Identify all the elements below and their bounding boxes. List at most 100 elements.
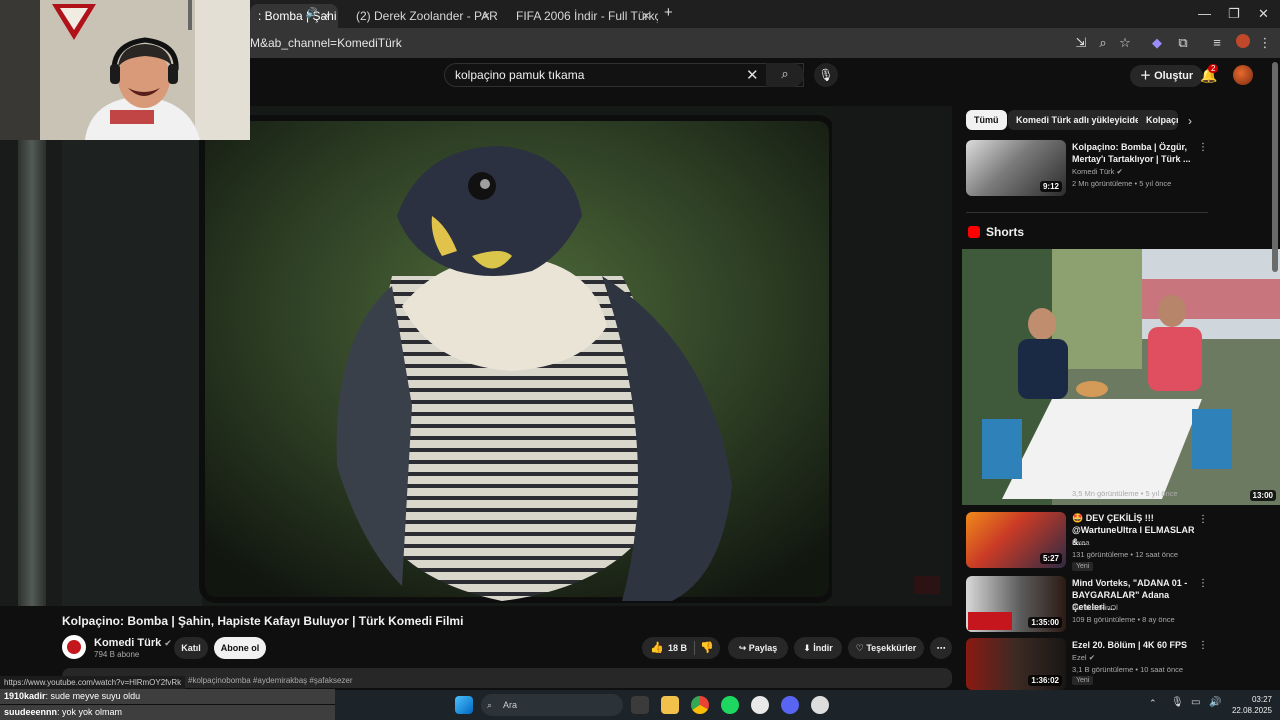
taskbar-search-label: Ara [503, 700, 518, 710]
task-view-icon[interactable] [631, 696, 649, 714]
extension-icon[interactable]: ◆ [1148, 34, 1166, 52]
video-duration: 13:00 [1249, 490, 1276, 501]
system-clock[interactable]: 03:27 22.08.2025 [1232, 694, 1272, 716]
spotify-icon[interactable] [721, 696, 739, 714]
file-explorer-icon[interactable] [661, 696, 679, 714]
related-video-title[interactable]: Kolpaçino: Bomba | Özgür, Mertay'ı Tarta… [1072, 141, 1196, 165]
chat-text: : yok yok olmam [57, 707, 123, 717]
clock-date: 22.08.2025 [1231, 706, 1272, 715]
profile-avatar[interactable] [1234, 34, 1252, 52]
chip-kolpacino[interactable]: Kolpaçı [1138, 110, 1178, 130]
windows-start-icon[interactable] [455, 696, 473, 714]
download-label: İndir [813, 643, 833, 653]
video-title: Kolpaçino: Bomba | Şahin, Hapiste Kafayı… [62, 614, 464, 628]
voice-search-button[interactable]: 🎙 [814, 63, 838, 87]
more-menu-icon[interactable]: ⋮ [1256, 34, 1274, 52]
restore-button[interactable]: ❐ [1228, 6, 1240, 22]
taskbar-search[interactable]: ⌕ Ara [481, 694, 623, 716]
thanks-icon: ♡ [855, 643, 867, 653]
related-video-meta: 3,5 Mn görüntüleme • 5 yıl önce [1072, 489, 1178, 498]
channel-avatar[interactable] [62, 635, 86, 659]
youtube-header: ✕ ⌕ 🎙 ＋ Oluştur 🔔 2 [250, 58, 1280, 106]
zoom-icon[interactable]: ⌕ [1094, 34, 1112, 52]
tab-kolpacino[interactable]: : Bomba | Şahi 🔊 × [250, 4, 338, 28]
chip-all[interactable]: Tümü [966, 110, 1007, 130]
thumbs-down-icon[interactable]: 👎 [700, 637, 714, 659]
like-dislike-group: 👍 18 B 👎 [642, 637, 720, 659]
video-thumbnail[interactable]: 1:36:02 [966, 638, 1066, 690]
video-thumbnail-large[interactable]: 13:00 [962, 249, 1280, 505]
related-video-meta: 131 görüntüleme • 12 saat önce [1072, 550, 1179, 559]
chat-username: 1910kadir [4, 691, 46, 701]
tab-fifa[interactable]: FIFA 2006 İndir - Full Türkçe + × [502, 4, 658, 28]
network-icon[interactable]: ▭ [1191, 697, 1200, 708]
search-button[interactable]: ⌕ [766, 63, 804, 87]
close-tab-icon[interactable]: × [482, 8, 490, 23]
g-app-icon[interactable] [751, 696, 769, 714]
chevron-right-icon[interactable]: › [1188, 114, 1192, 128]
channel-text: Komedi Türk [1072, 167, 1115, 176]
related-video-meta: 109 B görüntüleme • 8 ay önce [1072, 615, 1175, 624]
app-icon[interactable] [811, 696, 829, 714]
thumbs-up-icon[interactable]: 👍 [650, 637, 664, 659]
webcam-overlay [0, 0, 250, 140]
search-icon: ⌕ [487, 700, 493, 710]
related-video-meta: 2 Mn görüntüleme • 5 yıl önce [1072, 179, 1172, 188]
tab-derek-zoolander[interactable]: (2) Derek Zoolander - PARTY P × [342, 4, 498, 28]
share-button[interactable]: ↪ Paylaş [728, 637, 788, 659]
more-actions-button[interactable]: ⋯ [930, 637, 952, 659]
minimize-button[interactable]: — [1198, 6, 1211, 21]
video-thumbnail[interactable]: 5:27 [966, 512, 1066, 568]
new-tab-button[interactable]: + [664, 4, 673, 21]
video-hashtags[interactable]: #kolpaçinobomba #aydemirakbaş #şafakseze… [188, 676, 353, 685]
microphone-tray-icon[interactable]: 🎙 [1171, 697, 1184, 708]
more-options-icon[interactable]: ⋮ [1198, 640, 1208, 651]
clock-time: 03:27 [1251, 695, 1272, 704]
puzzle-icon[interactable]: ⧉ [1174, 34, 1192, 52]
related-video-channel: BurakSakinOl [1072, 603, 1118, 612]
close-tab-icon[interactable]: × [322, 8, 330, 23]
channel-name[interactable]: Komedi Türk ✔ [94, 637, 172, 649]
download-button[interactable]: ⬇ İndir [794, 637, 842, 659]
shorts-icon [968, 226, 980, 238]
like-count[interactable]: 18 B [668, 637, 687, 659]
join-button[interactable]: Katıl [174, 637, 208, 659]
microphone-icon: 🎙 [818, 68, 834, 82]
video-duration: 9:12 [1039, 181, 1062, 192]
chip-from-uploader[interactable]: Komedi Türk adlı yükleyiciden [1008, 110, 1154, 130]
install-app-icon[interactable]: ⇲ [1072, 34, 1090, 52]
verified-check-icon: ✔ [1116, 167, 1123, 176]
related-video-title[interactable]: Ezel 20. Bölüm | 4K 60 FPS [1072, 639, 1196, 651]
related-video-channel: Rxea [1072, 538, 1090, 547]
url-text[interactable]: M&ab_channel=KomediTürk [250, 36, 402, 50]
more-options-icon[interactable]: ⋮ [1198, 142, 1208, 153]
volume-icon[interactable]: 🔊 [1209, 697, 1221, 708]
bookmark-star-icon[interactable]: ☆ [1116, 34, 1134, 52]
video-thumbnail[interactable]: 1:35:00 [966, 576, 1066, 632]
download-icon: ⬇ [803, 643, 814, 653]
more-options-icon[interactable]: ⋮ [1198, 514, 1208, 525]
video-player[interactable] [62, 106, 952, 606]
create-button[interactable]: ＋ Oluştur [1130, 65, 1204, 87]
close-window-button[interactable]: ✕ [1258, 6, 1269, 22]
thanks-button[interactable]: ♡ Teşekkürler [848, 637, 924, 659]
chat-text: : sude meyve suyu oldu [45, 691, 141, 701]
clear-search-icon[interactable]: ✕ [746, 66, 759, 84]
channel-name-text: Komedi Türk [94, 637, 162, 649]
video-duration: 5:27 [1039, 553, 1062, 564]
more-horizontal-icon: ⋯ [936, 643, 946, 653]
page-scrollbar[interactable] [1272, 62, 1278, 272]
account-avatar[interactable] [1233, 65, 1253, 85]
chevron-up-icon[interactable]: ⌃ [1149, 698, 1157, 709]
tab-label: (2) Derek Zoolander - PARTY P [356, 9, 498, 23]
link-status-url: https://www.youtube.com/watch?v=HlRmOY2f… [0, 676, 186, 690]
subscriber-count: 794 B abone [94, 650, 140, 659]
more-options-icon[interactable]: ⋮ [1198, 578, 1208, 589]
thumbnail-overlay-graphic [968, 612, 1012, 630]
close-tab-icon[interactable]: × [642, 8, 650, 23]
discord-icon[interactable] [781, 696, 799, 714]
video-thumbnail[interactable]: 9:12 [966, 140, 1066, 196]
chrome-icon[interactable] [691, 696, 709, 714]
media-control-icon[interactable]: ≡ [1208, 34, 1226, 52]
subscribe-button[interactable]: Abone ol [214, 637, 266, 659]
